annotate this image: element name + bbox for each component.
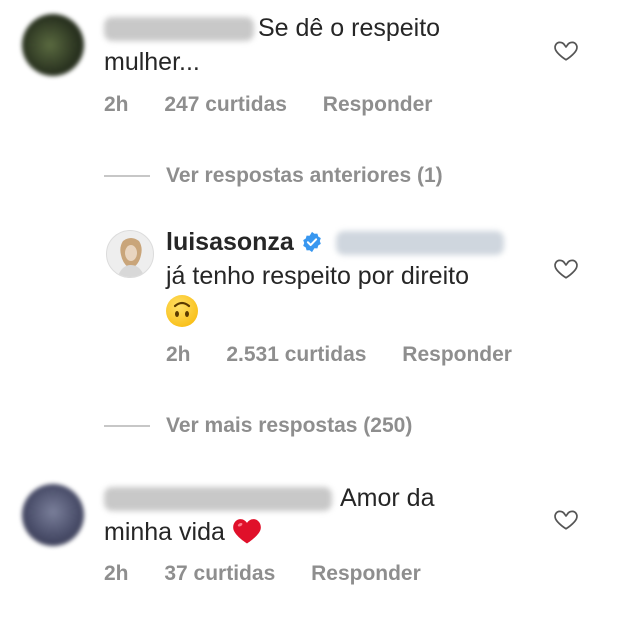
reply-text: luisasonza já tenho respeito por direito: [166, 225, 556, 328]
reply-item: luisasonza já tenho respeito por direito…: [0, 225, 620, 375]
comment-meta: 2h 247 curtidas Responder: [104, 93, 462, 117]
reply-button[interactable]: Responder: [311, 562, 421, 585]
view-previous-replies[interactable]: Ver respostas anteriores (1): [104, 162, 554, 192]
like-count[interactable]: 247 curtidas: [164, 93, 287, 116]
comment-text: Se dê o respeito mulher...: [104, 14, 441, 76]
avatar[interactable]: [22, 14, 84, 76]
blurred-username[interactable]: [104, 487, 332, 512]
view-previous-replies-label: Ver respostas anteriores (1): [166, 164, 443, 187]
username[interactable]: luisasonza: [166, 228, 294, 256]
view-more-replies-label: Ver mais respostas (250): [166, 414, 413, 437]
comment-time: 2h: [166, 343, 191, 366]
red-heart-icon: [233, 519, 261, 544]
comment-item: Amor da minha vida 2h 37 curtidas Respon…: [0, 470, 620, 600]
blurred-mention[interactable]: [335, 231, 504, 256]
view-more-replies[interactable]: Ver mais respostas (250): [104, 412, 554, 442]
divider: [104, 175, 150, 177]
reply-meta: 2h 2.531 curtidas Responder: [166, 343, 542, 367]
like-heart-icon[interactable]: [553, 37, 579, 63]
avatar[interactable]: [22, 484, 84, 546]
upside-down-face-icon: [166, 295, 198, 328]
blurred-username[interactable]: [104, 17, 254, 42]
reply-button[interactable]: Responder: [402, 343, 512, 366]
like-count[interactable]: 2.531 curtidas: [226, 343, 366, 366]
like-heart-icon[interactable]: [553, 255, 579, 281]
avatar[interactable]: [106, 230, 154, 278]
like-count[interactable]: 37 curtidas: [164, 562, 275, 585]
like-heart-icon[interactable]: [553, 506, 579, 532]
reply-button[interactable]: Responder: [323, 93, 433, 116]
verified-badge-icon: [302, 231, 321, 253]
comment-meta: 2h 37 curtidas Responder: [104, 562, 451, 586]
comment-item: Se dê o respeito mulher... 2h 247 curtid…: [0, 0, 620, 120]
divider: [104, 425, 150, 427]
comment-text: Amor da minha vida: [104, 484, 435, 546]
comment-time: 2h: [104, 93, 129, 116]
comment-time: 2h: [104, 562, 129, 585]
